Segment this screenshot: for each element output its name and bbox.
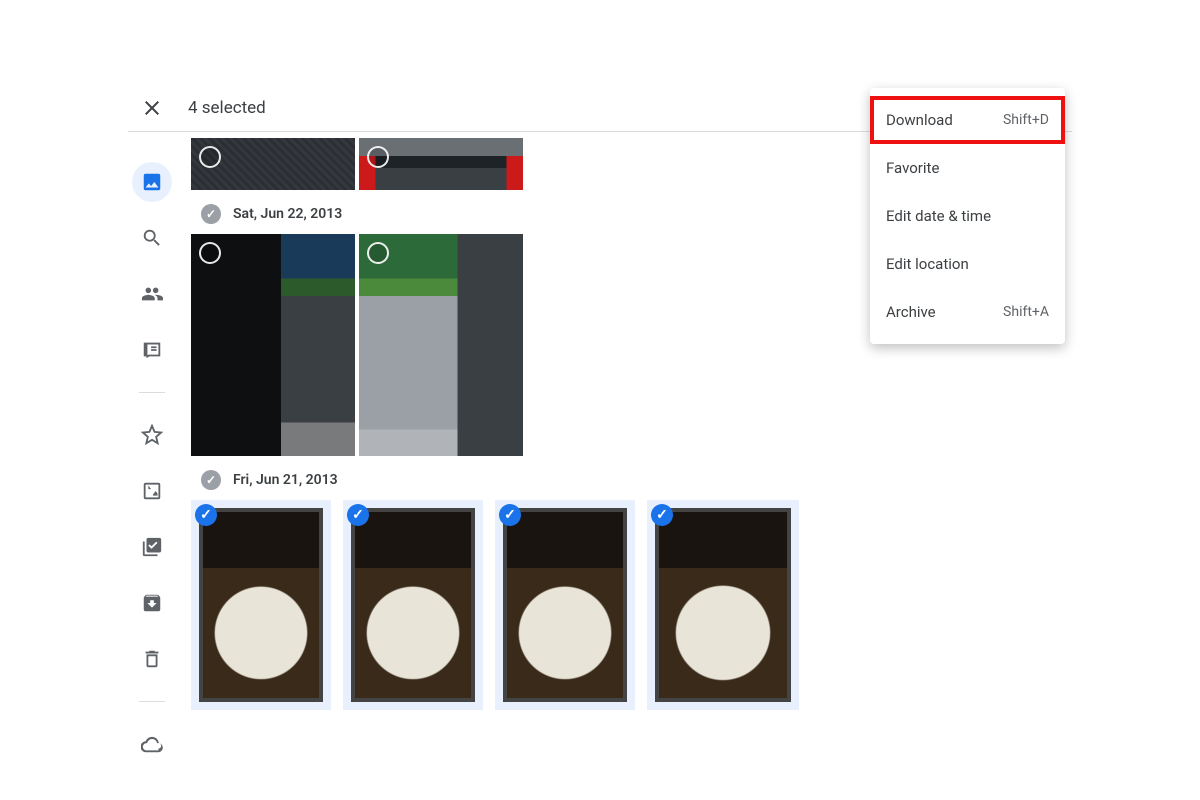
trash-icon: [141, 648, 163, 670]
menu-item-archive[interactable]: Archive Shift+A: [870, 288, 1065, 336]
nav-storage[interactable]: [132, 724, 172, 764]
select-toggle[interactable]: [195, 504, 217, 526]
select-day-toggle[interactable]: [201, 470, 221, 490]
select-toggle[interactable]: [199, 242, 221, 264]
photo-row: [191, 500, 1072, 710]
photo-thumbnail[interactable]: [495, 500, 635, 710]
nav-library[interactable]: [132, 330, 172, 370]
close-selection-button[interactable]: [140, 96, 164, 120]
photo-thumbnail[interactable]: [191, 234, 355, 456]
book-icon: [141, 339, 163, 361]
menu-item-label: Edit date & time: [886, 207, 991, 225]
nav-favorites[interactable]: [132, 415, 172, 455]
photo-thumbnail[interactable]: [359, 234, 523, 456]
nav-albums[interactable]: [132, 471, 172, 511]
date-header[interactable]: Fri, Jun 21, 2013: [201, 470, 1072, 490]
album-icon: [141, 480, 163, 502]
photo-thumbnail[interactable]: [191, 500, 331, 710]
menu-item-label: Archive: [886, 303, 936, 321]
select-toggle[interactable]: [367, 242, 389, 264]
people-icon: [141, 283, 163, 305]
rail-divider: [139, 392, 165, 393]
overflow-menu: Download Shift+D Favorite Edit date & ti…: [870, 88, 1065, 344]
cloud-icon: [141, 733, 163, 755]
nav-search[interactable]: [132, 218, 172, 258]
menu-item-label: Favorite: [886, 159, 939, 177]
menu-item-edit-location[interactable]: Edit location: [870, 240, 1065, 288]
archive-icon: [141, 592, 163, 614]
star-icon: [141, 424, 163, 446]
select-toggle[interactable]: [499, 504, 521, 526]
nav-trash[interactable]: [132, 639, 172, 679]
select-toggle[interactable]: [347, 504, 369, 526]
select-toggle[interactable]: [651, 504, 673, 526]
photo-thumbnail[interactable]: [647, 500, 799, 710]
date-label: Sat, Jun 22, 2013: [233, 206, 342, 222]
select-toggle[interactable]: [367, 146, 389, 168]
rail-divider: [139, 701, 165, 702]
select-toggle[interactable]: [199, 146, 221, 168]
nav-photos[interactable]: [132, 162, 172, 202]
nav-utilities[interactable]: [132, 527, 172, 567]
menu-item-label: Edit location: [886, 255, 969, 273]
nav-archive[interactable]: [132, 583, 172, 623]
nav-sharing[interactable]: [132, 274, 172, 314]
menu-item-label: Download: [886, 111, 953, 129]
menu-item-edit-date[interactable]: Edit date & time: [870, 192, 1065, 240]
photo-thumbnail[interactable]: [191, 138, 355, 190]
stack-check-icon: [141, 536, 163, 558]
date-label: Fri, Jun 21, 2013: [233, 472, 338, 488]
select-day-toggle[interactable]: [201, 204, 221, 224]
selection-count: 4 selected: [188, 98, 266, 118]
photos-icon: [141, 171, 163, 193]
photo-thumbnail[interactable]: [343, 500, 483, 710]
photo-thumbnail[interactable]: [359, 138, 523, 190]
menu-item-favorite[interactable]: Favorite: [870, 144, 1065, 192]
search-icon: [141, 227, 163, 249]
menu-item-download[interactable]: Download Shift+D: [870, 96, 1065, 144]
nav-rail: [132, 162, 172, 764]
menu-item-shortcut: Shift+D: [1003, 112, 1049, 128]
menu-item-shortcut: Shift+A: [1003, 304, 1049, 320]
